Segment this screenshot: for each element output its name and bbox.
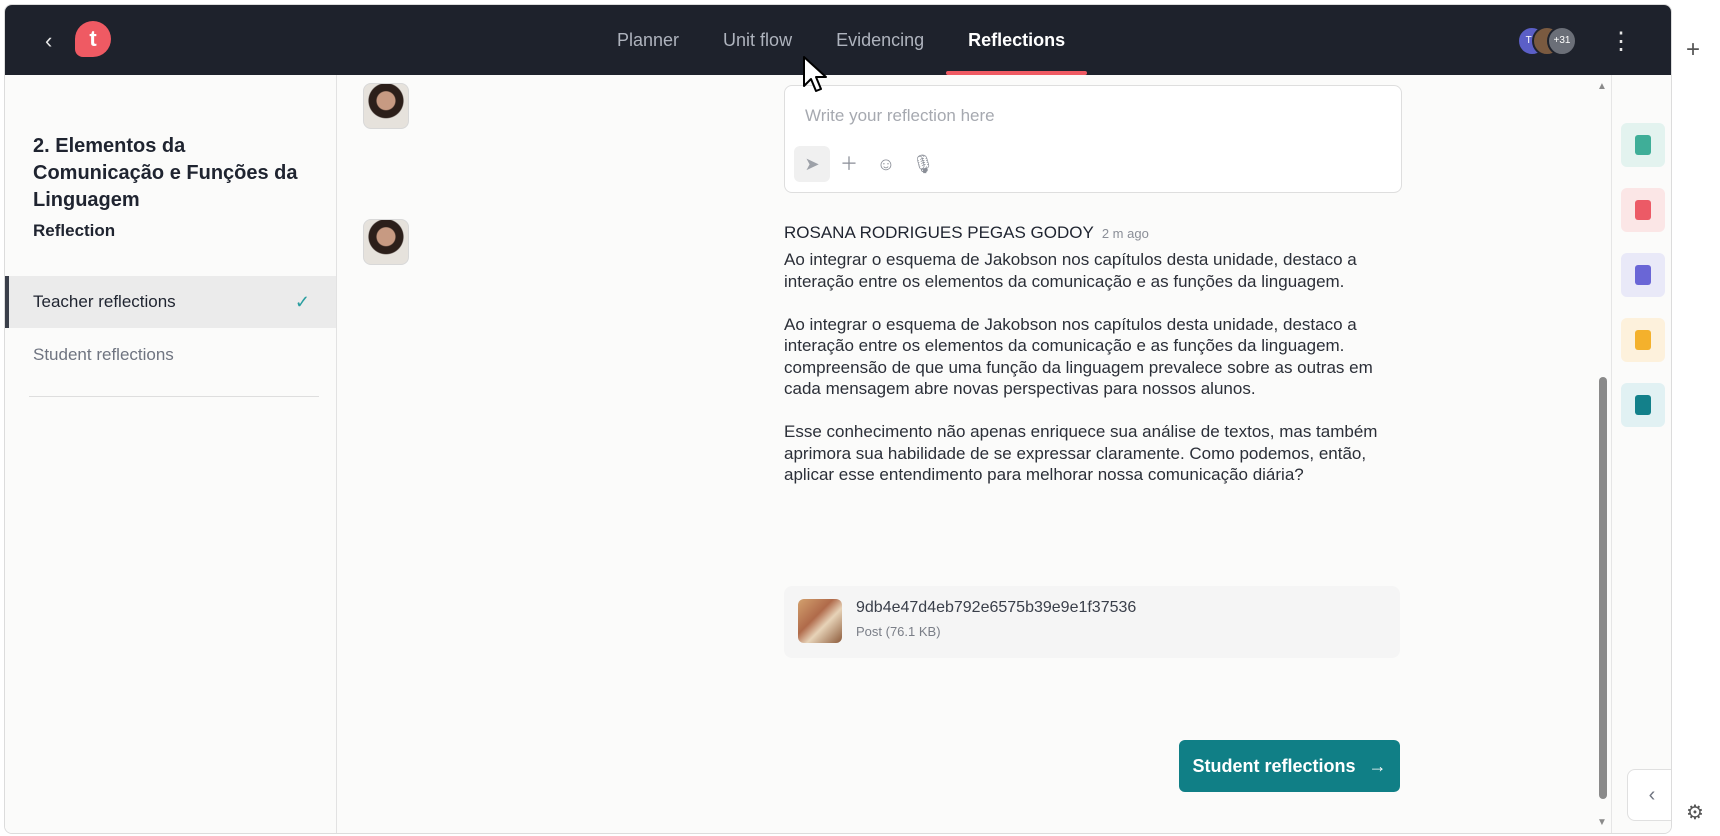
- notes-icon: [1635, 135, 1651, 155]
- sidebar-item-student-reflections[interactable]: Student reflections: [5, 329, 336, 381]
- button-label: Student reflections: [1192, 756, 1356, 776]
- post-author-name: ROSANA RODRIGUES PEGAS GODOY: [784, 223, 1094, 242]
- clipboard-panel-button[interactable]: [1621, 383, 1665, 427]
- post-timestamp: 2 m ago: [1101, 226, 1149, 241]
- right-tool-panel: [1611, 75, 1671, 833]
- app-window: ‹ t Planner Unit flow Evidencing Reflect…: [4, 4, 1672, 834]
- mouse-cursor-icon: [803, 56, 827, 92]
- top-navigation-bar: ‹ t Planner Unit flow Evidencing Reflect…: [5, 5, 1671, 75]
- scrollbar-thumb[interactable]: [1599, 377, 1607, 799]
- scroll-up-arrow-icon[interactable]: ▲: [1597, 81, 1607, 92]
- scroll-down-arrow-icon[interactable]: ▼: [1597, 817, 1607, 828]
- checklist-panel-button[interactable]: [1621, 188, 1665, 232]
- post-attachment[interactable]: 9db4e47d4eb792e6575b39e9e1f37536 Post (7…: [784, 586, 1400, 658]
- gear-icon[interactable]: ⚙: [1686, 800, 1704, 825]
- le-panel-button[interactable]: [1621, 253, 1665, 297]
- add-attachment-icon[interactable]: ＋: [831, 146, 867, 182]
- left-sidebar: 2. Elementos da Comunicação e Funções da…: [5, 75, 337, 833]
- post-paragraph: Ao integrar o esquema de Jakobson nos ca…: [784, 250, 1357, 291]
- back-chevron-icon[interactable]: ‹: [45, 29, 69, 53]
- sidebar-item-label: Student reflections: [33, 345, 174, 364]
- attachment-file-name: 9db4e47d4eb792e6575b39e9e1f37536: [856, 599, 1137, 616]
- clipboard-icon: [1635, 395, 1651, 415]
- archive-panel-button[interactable]: [1621, 318, 1665, 362]
- post-paragraph: Ao integrar o esquema de Jakobson nos ca…: [784, 314, 1373, 399]
- attachment-thumbnail: [798, 599, 842, 643]
- tab-evidencing[interactable]: Evidencing: [814, 5, 946, 75]
- post-paragraph: Esse conhecimento não apenas enriquece s…: [784, 422, 1378, 484]
- sidebar-item-reflection[interactable]: Reflection: [5, 205, 336, 257]
- current-user-avatar: [363, 83, 409, 129]
- browser-side-strip: + ⚙: [1672, 0, 1720, 836]
- reflection-input[interactable]: [803, 100, 1387, 132]
- tab-unit-flow[interactable]: Unit flow: [701, 5, 814, 75]
- reflection-composer: ➤ ＋ ☺ 🎙: [784, 85, 1402, 193]
- post-body: Ao integrar o esquema de Jakobson nos ca…: [784, 249, 1404, 486]
- app-logo[interactable]: t: [75, 21, 111, 57]
- reflection-post: ROSANA RODRIGUES PEGAS GODOY 2 m ago Ao i…: [784, 223, 1404, 507]
- attachment-file-meta: Post (76.1 KB): [856, 624, 941, 639]
- check-icon: ✓: [294, 292, 310, 312]
- le-icon: [1635, 265, 1651, 285]
- avatar-overflow-count: +31: [1547, 26, 1577, 56]
- student-reflections-button[interactable]: Student reflections →: [1179, 740, 1400, 792]
- send-icon[interactable]: ➤: [794, 146, 830, 182]
- arrow-right-icon: →: [1368, 756, 1387, 776]
- archive-icon: [1635, 330, 1651, 350]
- tab-planner[interactable]: Planner: [595, 5, 701, 75]
- microphone-icon[interactable]: 🎙: [905, 146, 941, 182]
- sidebar-item-label: Teacher reflections: [33, 292, 176, 311]
- sidebar-item-label: Reflection: [33, 221, 116, 240]
- reflections-feed: ➤ ＋ ☺ 🎙 ROSANA RODRIGUES PEGAS GODOY 2 m …: [336, 75, 1594, 833]
- more-options-icon[interactable]: ⋮: [1609, 27, 1633, 56]
- main-tabs: Planner Unit flow Evidencing Reflections: [595, 5, 1088, 75]
- notes-panel-button[interactable]: [1621, 123, 1665, 167]
- clipboard-check-icon: [1635, 200, 1651, 220]
- collapse-panel-chevron-icon[interactable]: ‹: [1627, 769, 1671, 821]
- sidebar-divider: [29, 396, 319, 397]
- tab-reflections[interactable]: Reflections: [946, 5, 1088, 75]
- unit-title: 2. Elementos da Comunicação e Funções da…: [33, 135, 298, 211]
- post-author-avatar: [363, 219, 409, 265]
- emoji-icon[interactable]: ☺: [868, 146, 904, 182]
- plus-icon[interactable]: +: [1686, 36, 1700, 64]
- sidebar-item-teacher-reflections[interactable]: Teacher reflections ✓: [5, 276, 336, 328]
